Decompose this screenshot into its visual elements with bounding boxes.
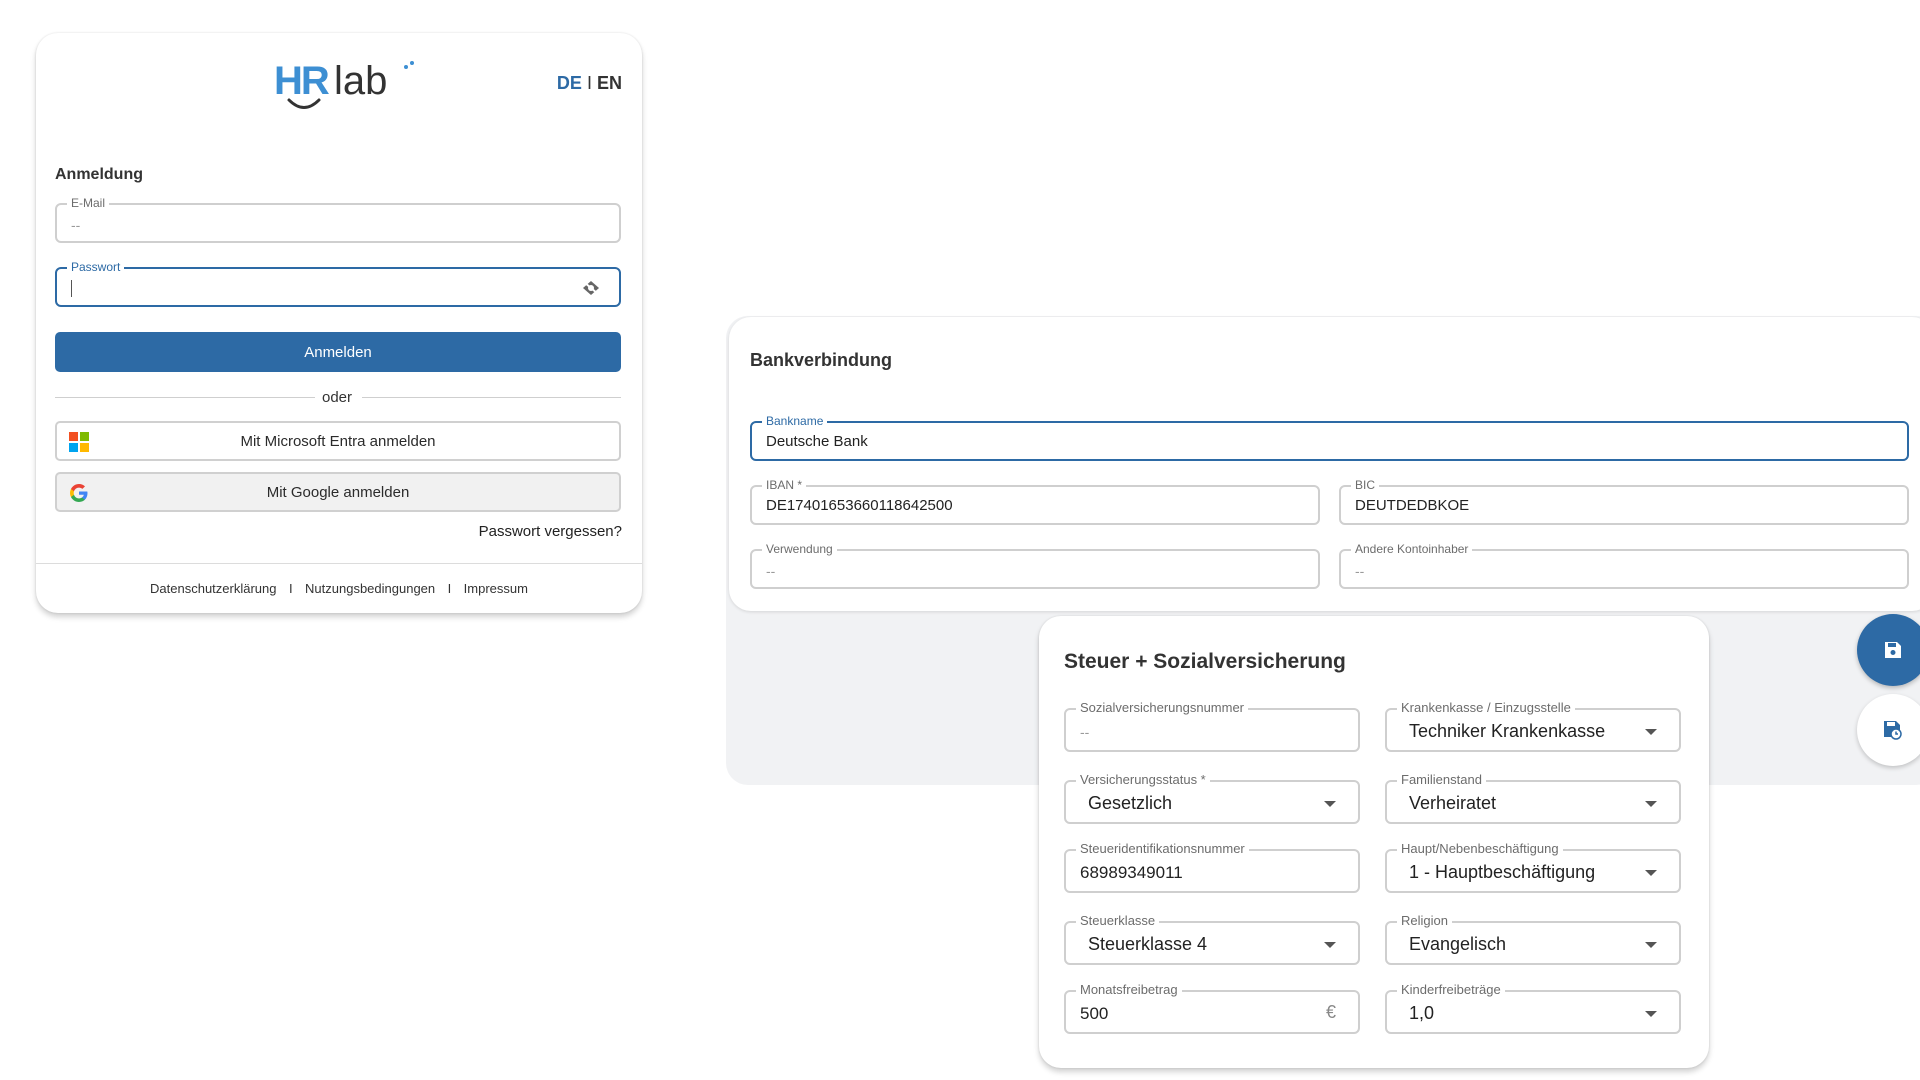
language-switch: DE I EN <box>557 73 622 94</box>
floppy-disk-icon <box>1885 642 1901 658</box>
insurance-status-label: Versicherungsstatus * <box>1076 773 1210 787</box>
child-allowance-select[interactable]: Kinderfreibeträge 1,0 <box>1385 983 1681 1034</box>
marital-status-select[interactable]: Familienstand Verheiratet <box>1385 773 1681 824</box>
login-footer-divider <box>36 563 642 564</box>
chevron-down-icon <box>1324 801 1336 807</box>
usage-field[interactable]: Verwendung -- <box>750 542 1320 589</box>
chevron-down-icon <box>1645 729 1657 735</box>
euro-unit: € <box>1325 1002 1336 1022</box>
insurer-value: Techniker Krankenkasse <box>1409 721 1606 741</box>
child-allowance-value: 1,0 <box>1409 1003 1435 1023</box>
terms-link[interactable]: Nutzungsbedingungen <box>305 581 435 596</box>
employment-label: Haupt/Nebenbeschäftigung <box>1397 842 1563 856</box>
divider-left <box>55 397 315 398</box>
religion-select[interactable]: Religion Evangelisch <box>1385 914 1681 965</box>
smile-icon <box>287 98 321 109</box>
ssn-field[interactable]: Sozialversicherungsnummer -- <box>1064 701 1360 752</box>
hrlab-logo: HR lab <box>274 59 414 111</box>
password-label: Passwort <box>67 260 125 274</box>
insurance-status-select[interactable]: Versicherungsstatus * Gesetzlich <box>1064 773 1360 824</box>
text-cursor <box>71 280 72 297</box>
login-footer: Datenschutzerklärung I Nutzungsbedingung… <box>36 580 642 598</box>
floppy-clock-icon <box>1884 721 1902 740</box>
monthly-allowance-label: Monatsfreibetrag <box>1076 983 1182 997</box>
tax-card: Steuer + Sozialversicherung Sozialversic… <box>1039 616 1709 1068</box>
bankname-label: Bankname <box>762 414 828 428</box>
eye-icon[interactable] <box>581 279 601 297</box>
iban-field[interactable]: IBAN * DE17401653660118642500 <box>750 478 1320 525</box>
insurer-select[interactable]: Krankenkasse / Einzugsstelle Techniker K… <box>1385 701 1681 752</box>
monthly-allowance-value: 500 <box>1080 1004 1109 1023</box>
divider-right <box>362 397 621 398</box>
forgot-password-link[interactable]: Passwort vergessen? <box>479 523 622 540</box>
privacy-link[interactable]: Datenschutzerklärung <box>150 581 276 596</box>
other-holder-label: Andere Kontoinhaber <box>1351 542 1473 556</box>
chevron-down-icon <box>1645 1011 1657 1017</box>
email-label: E-Mail <box>67 196 110 210</box>
footer-separator: I <box>447 581 452 596</box>
usage-label: Verwendung <box>762 542 837 556</box>
lang-en[interactable]: EN <box>597 73 622 93</box>
chevron-down-icon <box>1645 870 1657 876</box>
tax-id-label: Steueridentifikationsnummer <box>1076 842 1249 856</box>
bankname-value: Deutsche Bank <box>766 433 868 450</box>
chevron-down-icon <box>1645 801 1657 807</box>
usage-value: -- <box>766 563 776 579</box>
google-login-button[interactable]: Mit Google anmelden <box>55 472 621 512</box>
lang-separator: I <box>586 73 592 93</box>
bic-label: BIC <box>1351 478 1380 492</box>
bankname-field[interactable]: Bankname Deutsche Bank <box>750 414 1909 461</box>
login-button[interactable]: Anmelden <box>55 332 621 372</box>
employment-select[interactable]: Haupt/Nebenbeschäftigung 1 - Hauptbeschä… <box>1385 842 1681 893</box>
microsoft-label: Mit Microsoft Entra anmelden <box>240 432 436 450</box>
email-field[interactable]: E-Mail -- <box>55 196 621 243</box>
bank-heading: Bankverbindung <box>750 350 893 370</box>
microsoft-login-button[interactable]: Mit Microsoft Entra anmelden <box>55 421 621 461</box>
bank-card: Bankverbindung Bankname Deutsche Bank IB… <box>729 317 1920 611</box>
chevron-down-icon <box>1324 942 1336 948</box>
tax-class-label: Steuerklasse <box>1076 914 1160 928</box>
logo-lab: lab <box>334 59 388 103</box>
tax-class-select[interactable]: Steuerklasse Steuerklasse 4 <box>1064 914 1360 965</box>
lang-de[interactable]: DE <box>557 73 582 93</box>
marital-status-value: Verheiratet <box>1409 793 1497 813</box>
employment-value: 1 - Hauptbeschäftigung <box>1409 862 1596 882</box>
sparkle-icon <box>404 61 414 69</box>
child-allowance-label: Kinderfreibeträge <box>1397 983 1505 997</box>
insurer-label: Krankenkasse / Einzugsstelle <box>1397 701 1575 715</box>
microsoft-icon <box>69 432 89 452</box>
chevron-down-icon <box>1645 942 1657 948</box>
bic-field[interactable]: BIC DEUTDEDBKOE <box>1339 478 1909 525</box>
ssn-value: -- <box>1080 724 1090 740</box>
iban-label: IBAN * <box>762 478 807 492</box>
login-card: HR lab DE I EN Anmeldung E-Mail -- Passw… <box>36 33 642 613</box>
save-version-fab[interactable] <box>1857 694 1920 766</box>
footer-separator: I <box>288 581 293 596</box>
login-heading: Anmeldung <box>55 166 143 183</box>
google-icon <box>70 484 88 502</box>
iban-value: DE17401653660118642500 <box>766 497 953 514</box>
bic-value: DEUTDEDBKOE <box>1355 497 1470 514</box>
google-label: Mit Google anmelden <box>266 483 410 501</box>
tax-class-value: Steuerklasse 4 <box>1088 934 1208 954</box>
email-value: -- <box>71 217 81 233</box>
password-field[interactable]: Passwort <box>55 260 621 307</box>
marital-status-label: Familienstand <box>1397 773 1486 787</box>
religion-label: Religion <box>1397 914 1452 928</box>
other-holder-field[interactable]: Andere Kontoinhaber -- <box>1339 542 1909 589</box>
tax-id-field[interactable]: Steueridentifikationsnummer 68989349011 <box>1064 842 1360 893</box>
tax-id-value: 68989349011 <box>1080 863 1183 882</box>
religion-value: Evangelisch <box>1409 934 1507 954</box>
insurance-status-value: Gesetzlich <box>1088 793 1173 813</box>
other-holder-value: -- <box>1355 563 1365 579</box>
save-fab[interactable] <box>1857 614 1920 686</box>
imprint-link[interactable]: Impressum <box>464 581 528 596</box>
divider-text: oder <box>322 389 353 406</box>
ssn-label: Sozialversicherungsnummer <box>1076 701 1249 715</box>
monthly-allowance-field[interactable]: Monatsfreibetrag 500 € <box>1064 983 1360 1034</box>
tax-heading: Steuer + Sozialversicherung <box>1064 650 1346 673</box>
